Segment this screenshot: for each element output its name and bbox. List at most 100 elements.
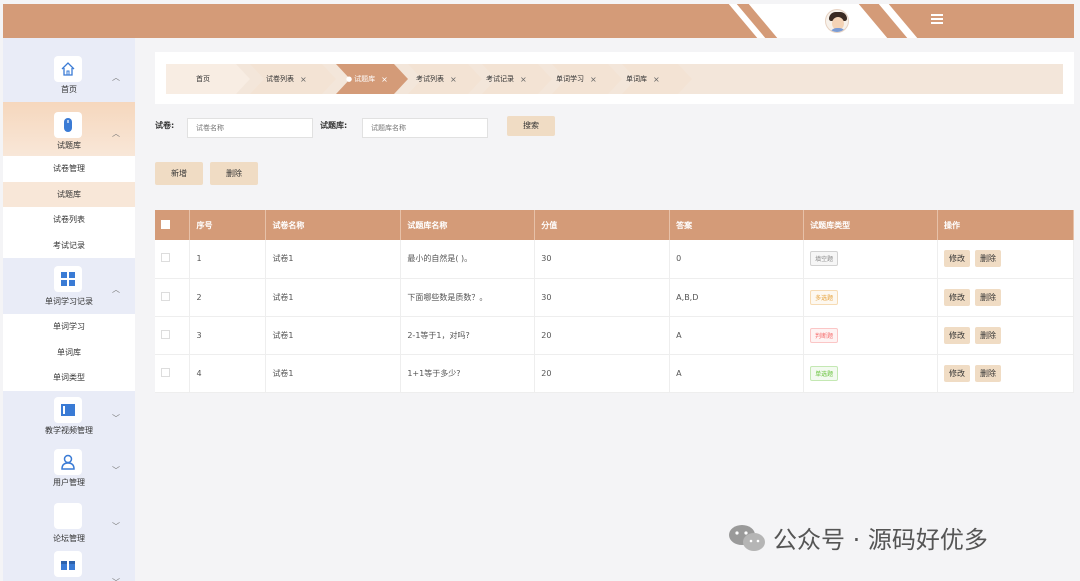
chevron-down-icon: ﹀ [112, 413, 120, 423]
sidebar-item-question-bank[interactable]: 试题库 ︿ [3, 102, 135, 156]
sidebar-item-more[interactable]: ﹀ [3, 549, 135, 581]
cell-score: 20 [534, 354, 671, 393]
sidebar-sub-paper-manage[interactable]: 试卷管理 [3, 156, 135, 182]
cell-no: 1 [189, 240, 267, 279]
chevron-down-icon[interactable]: ⌵ [855, 16, 861, 26]
edit-button[interactable]: 修改 [944, 288, 971, 306]
sidebar-item-video[interactable]: 教学视频管理 ﹀ [3, 391, 135, 443]
close-icon[interactable]: × [590, 75, 597, 84]
type-badge: 单选题 [810, 365, 839, 381]
table-header-row: 序号 试卷名称 试题库名称 分值 答案 试题库类型 操作 [155, 210, 1074, 240]
row-delete-button[interactable]: 删除 [975, 288, 1002, 306]
row-select-cell[interactable] [155, 278, 191, 317]
sidebar-sub-question-bank[interactable]: 试题库 [3, 181, 135, 207]
home-icon [54, 56, 82, 82]
cell-paper: 试卷1 [265, 278, 402, 317]
edit-button[interactable]: 修改 [944, 326, 971, 344]
cell-no: 3 [189, 316, 267, 355]
user-menu[interactable]: 欢迎 admin ⌵ [775, 4, 861, 38]
col-header-type[interactable]: 试题库类型 [803, 210, 939, 240]
sidebar-sub-word-type[interactable]: 单词类型 [3, 365, 135, 391]
chevron-up-icon: ︿ [112, 129, 120, 138]
select-all-checkbox[interactable] [161, 219, 170, 229]
col-header-question[interactable]: 试题库名称 [400, 210, 536, 240]
wechat-icon [729, 524, 765, 551]
delete-button[interactable]: 删除 [210, 162, 258, 185]
video-icon [54, 396, 82, 423]
avatar[interactable] [824, 9, 849, 33]
row-select-cell[interactable] [155, 316, 191, 355]
sidebar-sub-exam-records[interactable]: 考试记录 [3, 232, 135, 258]
tab-home[interactable]: 首页 [196, 64, 210, 94]
row-delete-button[interactable]: 删除 [975, 250, 1002, 268]
edit-button[interactable]: 修改 [944, 250, 971, 268]
sidebar-item-word-study[interactable]: 单词学习记录 ︿ [3, 258, 135, 314]
cell-actions: 修改 删除 [937, 354, 1074, 393]
question-bank-input[interactable] [362, 118, 488, 138]
row-checkbox[interactable] [161, 329, 170, 339]
select-all-header[interactable] [155, 210, 191, 240]
tab-label: 考试列表 [416, 75, 444, 83]
row-select-cell[interactable] [155, 240, 191, 279]
chevron-down-icon: ﹀ [112, 465, 120, 475]
add-button[interactable]: 新增 [155, 162, 203, 185]
search-button[interactable]: 搜索 [507, 116, 555, 136]
row-checkbox[interactable] [161, 291, 170, 301]
table-row[interactable]: 2 试卷1 下面哪些数是质数？。 30 A,B,D 多选题 修改 删除 [155, 278, 1074, 317]
cell-no: 2 [189, 278, 267, 317]
cell-score: 20 [534, 316, 671, 355]
cell-question: 下面哪些数是质数？。 [400, 278, 536, 317]
sidebar-item-home[interactable]: 首页 ︿ [3, 38, 135, 102]
col-header-actions: 操作 [937, 210, 1074, 240]
row-delete-button[interactable]: 删除 [975, 364, 1002, 382]
tab-label: 单词库 [626, 75, 647, 83]
sidebar-item-users[interactable]: 用户管理 ﹀ [3, 443, 135, 497]
col-header-score[interactable]: 分值 [534, 210, 671, 240]
col-header-answer[interactable]: 答案 [669, 210, 805, 240]
tab-exam-list[interactable]: 考试列表 × [416, 64, 457, 94]
hamburger-menu-icon[interactable] [931, 14, 943, 24]
tab-label: 试题库 [354, 75, 376, 83]
tab-label: 单词学习 [556, 75, 584, 83]
cell-paper: 试卷1 [265, 354, 402, 393]
row-delete-button[interactable]: 删除 [975, 326, 1002, 344]
tab-word-bank[interactable]: 单词库 × [626, 64, 660, 94]
tab-exam-records[interactable]: 考试记录 × [486, 64, 527, 94]
watermark: 公众号 · 源码好优多 [727, 520, 988, 555]
tab-word-study[interactable]: 单词学习 × [556, 64, 597, 94]
close-icon[interactable]: × [381, 75, 388, 84]
row-checkbox[interactable] [161, 367, 170, 377]
tab-question-bank[interactable]: ● 试题库 × [346, 64, 388, 94]
tab-paper-list[interactable]: 试卷列表 × [266, 64, 307, 94]
paper-name-input[interactable] [187, 118, 313, 138]
close-icon[interactable]: × [450, 75, 457, 84]
close-icon[interactable]: × [653, 75, 660, 84]
question-table: 序号 试卷名称 试题库名称 分值 答案 试题库类型 操作 1 试卷1 最小的自然… [155, 210, 1074, 393]
cell-type: 多选题 [803, 278, 939, 317]
sidebar-sub-paper-list[interactable]: 试卷列表 [3, 207, 135, 233]
sidebar-sub-word-bank[interactable]: 单词库 [3, 339, 135, 365]
col-header-paper[interactable]: 试卷名称 [265, 210, 402, 240]
table-row[interactable]: 3 试卷1 2-1等于1，对吗? 20 A 判断题 修改 删除 [155, 316, 1074, 355]
sidebar-sub-word-study[interactable]: 单词学习 [3, 314, 135, 340]
cell-actions: 修改 删除 [937, 240, 1074, 279]
welcome-text: 欢迎 admin [775, 16, 819, 26]
sidebar-item-label: 试题库 [57, 141, 81, 150]
edit-button[interactable]: 修改 [944, 364, 971, 382]
sidebar-item-label: 单词学习记录 [45, 297, 93, 306]
chevron-down-icon: ﹀ [112, 577, 120, 581]
sidebar-item-forum[interactable]: 论坛管理 ﹀ [3, 497, 135, 549]
cell-paper: 试卷1 [265, 316, 402, 355]
col-header-no[interactable]: 序号 [189, 210, 267, 240]
table-row[interactable]: 4 试卷1 1+1等于多少? 20 A 单选题 修改 删除 [155, 354, 1074, 393]
close-icon[interactable]: × [300, 75, 307, 84]
row-select-cell[interactable] [155, 354, 191, 393]
cell-type: 填空题 [803, 240, 939, 279]
sidebar-item-label: 用户管理 [53, 477, 85, 487]
row-checkbox[interactable] [161, 253, 170, 263]
table-row[interactable]: 1 试卷1 最小的自然是( )。 30 0 填空题 修改 删除 [155, 240, 1074, 279]
close-icon[interactable]: × [520, 75, 527, 84]
chevron-up-icon: ︿ [112, 285, 120, 294]
sidebar: 首页 ︿ 试题库 ︿ 试卷管理 试题库 试卷列表 考试记录 单词学习记录 ︿ 单… [3, 38, 135, 581]
cell-question: 2-1等于1，对吗? [400, 316, 536, 355]
